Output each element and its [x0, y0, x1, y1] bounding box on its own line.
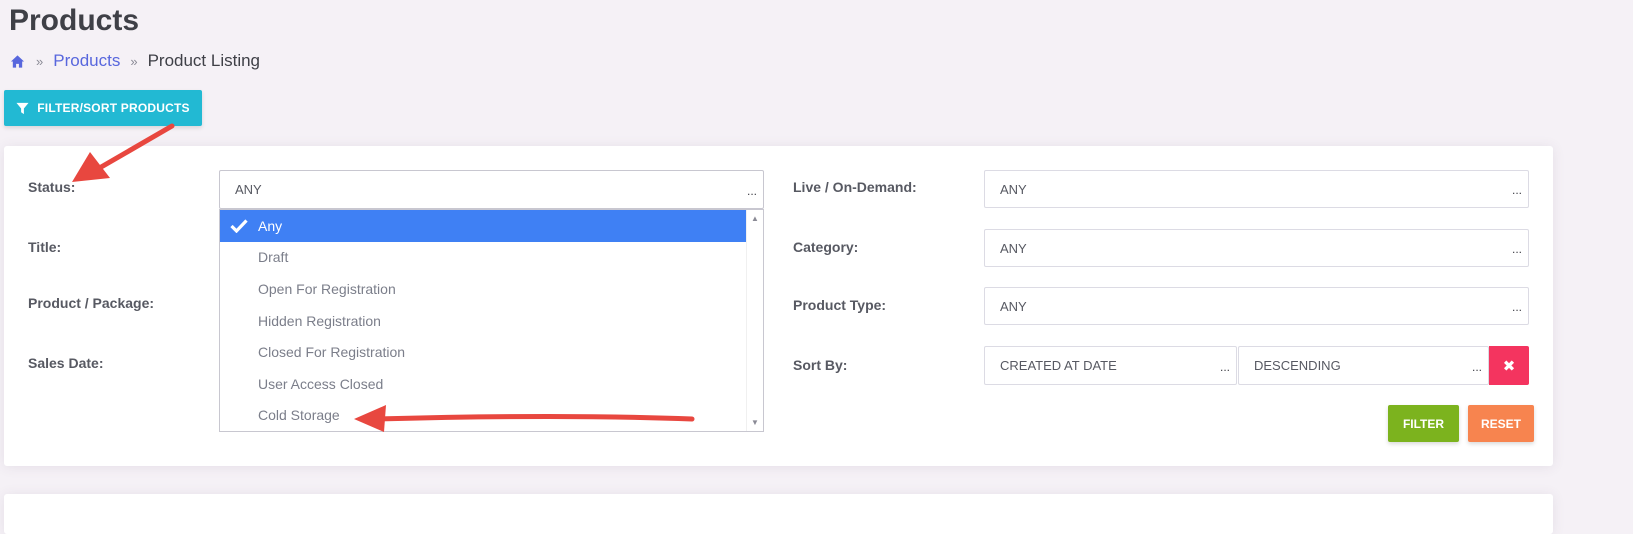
title-label: Title: [28, 239, 62, 255]
product-package-label: Product / Package: [28, 295, 155, 311]
option-label: Draft [258, 249, 289, 266]
filter-button[interactable]: FILTER [1388, 405, 1459, 442]
breadcrumb: » Products » Product Listing [10, 50, 260, 72]
status-option-closed-for-registration[interactable]: Closed For Registration [220, 336, 763, 368]
sales-date-label: Sales Date: [28, 355, 104, 371]
live-on-demand-label: Live / On-Demand: [793, 179, 917, 195]
sort-field-select[interactable]: CREATED AT DATE ... [984, 346, 1237, 385]
status-option-open-for-registration[interactable]: Open For Registration [220, 273, 763, 305]
sort-direction-value: DESCENDING [1254, 358, 1341, 373]
status-option-cold-storage[interactable]: Cold Storage [220, 400, 763, 431]
dropdown-scrollbar[interactable]: ▲ ▼ [746, 210, 763, 431]
option-label: Cold Storage [258, 407, 340, 424]
results-panel [4, 494, 1553, 534]
product-type-select[interactable]: ANY ... [984, 287, 1529, 325]
breadcrumb-link-products[interactable]: Products [53, 51, 120, 71]
select-dots: ... [1219, 360, 1230, 374]
clear-sort-button[interactable]: ✖ [1489, 346, 1529, 385]
live-on-demand-select[interactable]: ANY ... [984, 170, 1529, 208]
status-option-any[interactable]: Any [220, 210, 747, 242]
option-label: Open For Registration [258, 280, 396, 297]
reset-button[interactable]: RESET [1468, 405, 1534, 442]
option-label: Closed For Registration [258, 344, 406, 361]
select-dots: ... [1471, 360, 1482, 374]
option-label: Any [258, 217, 283, 234]
category-select[interactable]: ANY ... [984, 229, 1529, 267]
check-icon [230, 219, 248, 233]
status-dropdown-list: Any Draft Open For Registration Hidden R… [219, 209, 764, 432]
status-label: Status: [28, 179, 76, 195]
sort-field-value: CREATED AT DATE [1000, 358, 1117, 373]
home-icon[interactable] [10, 54, 25, 69]
sort-direction-select[interactable]: DESCENDING ... [1238, 346, 1489, 385]
status-select-value: ANY [235, 182, 262, 197]
breadcrumb-separator: » [36, 53, 44, 69]
select-dots: ... [1511, 300, 1522, 314]
filter-icon [16, 102, 29, 114]
filter-sort-toggle-label: FILTER/SORT PRODUCTS [37, 101, 190, 115]
breadcrumb-current: Product Listing [147, 51, 261, 70]
product-type-value: ANY [1000, 298, 1027, 314]
scroll-down-icon[interactable]: ▼ [751, 418, 759, 427]
sort-by-label: Sort By: [793, 357, 848, 373]
option-label: User Access Closed [258, 375, 384, 392]
breadcrumb-separator: » [130, 53, 138, 69]
status-option-draft[interactable]: Draft [220, 242, 763, 274]
select-dots: ... [1511, 183, 1522, 197]
page-title: Products [9, 4, 140, 37]
category-label: Category: [793, 239, 859, 255]
select-dots: ... [746, 184, 757, 198]
scroll-up-icon[interactable]: ▲ [751, 214, 759, 223]
select-dots: ... [1511, 242, 1522, 256]
status-option-user-access-closed[interactable]: User Access Closed [220, 368, 763, 400]
status-select[interactable]: ANY ... [219, 170, 764, 209]
option-label: Hidden Registration [258, 312, 381, 329]
category-value: ANY [1000, 240, 1027, 256]
product-type-label: Product Type: [793, 297, 887, 313]
filter-sort-toggle-button[interactable]: FILTER/SORT PRODUCTS [4, 90, 202, 126]
live-on-demand-value: ANY [1000, 181, 1027, 197]
status-option-hidden-registration[interactable]: Hidden Registration [220, 305, 763, 337]
